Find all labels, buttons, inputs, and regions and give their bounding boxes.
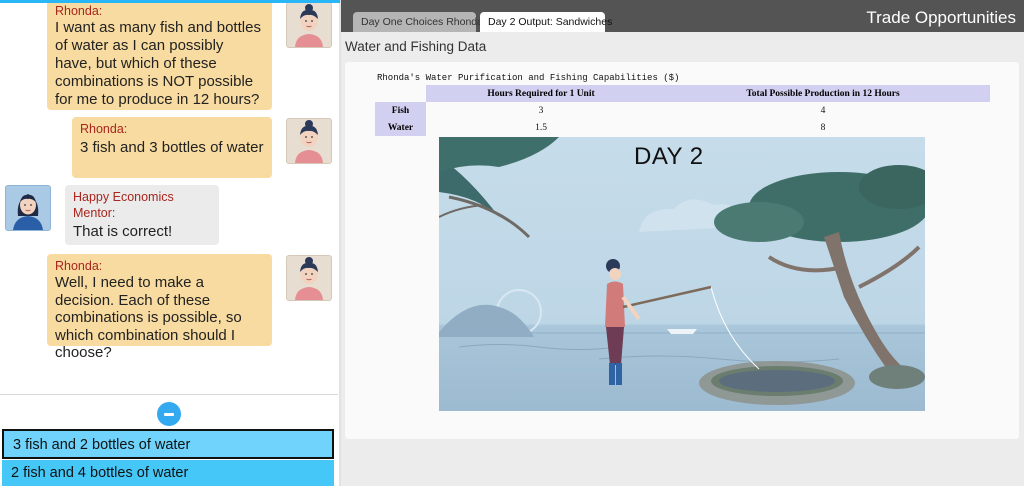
table-header-cell: Total Possible Production in 12 Hours <box>656 85 990 102</box>
table-row: Fish 3 4 <box>375 102 990 119</box>
message-speaker: Rhonda: <box>80 122 128 136</box>
chat-panel: Rhonda: I want as many fish and bottles … <box>0 0 340 486</box>
table-header-row: Hours Required for 1 Unit Total Possible… <box>375 85 990 102</box>
table-header-cell <box>375 85 426 102</box>
message-text: 3 fish and 3 bottles of water <box>80 139 264 156</box>
message-text: Well, I need to make a decision. Each of… <box>55 274 242 361</box>
tab-day-one-choices[interactable]: Day One Choices Rhonda <box>353 12 483 32</box>
table-cell: 8 <box>820 122 826 133</box>
chat-message-rhonda: Rhonda: I want as many fish and bottles … <box>47 0 272 110</box>
fishing-scene-image <box>439 137 925 411</box>
message-speaker: Rhonda: <box>55 4 103 18</box>
table-row-label: Water <box>375 119 426 136</box>
chat-message-rhonda: Rhonda: 3 fish and 3 bottles of water <box>72 117 272 178</box>
mentor-avatar-icon <box>13 194 43 230</box>
chat-message-rhonda: Rhonda: Well, I need to make a decision.… <box>47 254 272 361</box>
message-text: That is correct! <box>73 223 173 240</box>
table-row: Water 1.5 8 <box>375 119 990 136</box>
capabilities-table: Hours Required for 1 Unit Total Possible… <box>375 85 990 136</box>
tab-day-2-output[interactable]: Day 2 Output: Sandwiches <box>480 12 612 32</box>
choice-option[interactable]: 2 fish and 4 bottles of water <box>2 460 334 486</box>
chat-divider <box>0 394 338 395</box>
table-header-cell: Hours Required for 1 Unit <box>426 85 656 102</box>
table-cell: 4 <box>820 105 826 116</box>
content-card: Rhonda's Water Purification and Fishing … <box>345 62 1019 439</box>
collapse-choices-button[interactable] <box>157 402 181 426</box>
rhonda-avatar <box>286 118 332 164</box>
app-title: Trade Opportunities <box>866 8 1016 27</box>
message-speaker: Rhonda: <box>55 259 103 273</box>
table-caption: Rhonda's Water Purification and Fishing … <box>377 73 680 83</box>
message-speaker: Happy Economics Mentor: <box>73 190 174 220</box>
message-text: I want as many fish and bottles of water… <box>55 19 261 108</box>
chat-message-mentor: Happy Economics Mentor: That is correct! <box>65 185 219 245</box>
rhonda-avatar-icon <box>295 4 323 47</box>
minus-icon <box>164 412 174 416</box>
content-panel: Day One Choices Rhonda Day 2 Output: San… <box>341 0 1024 486</box>
mentor-avatar <box>5 185 51 231</box>
choice-option[interactable]: 3 fish and 2 bottles of water <box>2 429 334 459</box>
table-cell: 1.5 <box>535 122 547 133</box>
rhonda-avatar-icon <box>295 120 323 163</box>
progress-bar <box>0 0 340 3</box>
rhonda-avatar-icon <box>295 257 323 300</box>
table-row-label: Fish <box>375 102 426 119</box>
table-cell: 3 <box>538 105 544 116</box>
rhonda-avatar <box>286 2 332 48</box>
rhonda-avatar <box>286 255 332 301</box>
day-label: DAY 2 <box>634 143 704 170</box>
tab-bar: Day One Choices Rhonda Day 2 Output: San… <box>341 0 1024 32</box>
day-illustration: DAY 2 <box>439 137 925 411</box>
section-title: Water and Fishing Data <box>345 39 487 54</box>
